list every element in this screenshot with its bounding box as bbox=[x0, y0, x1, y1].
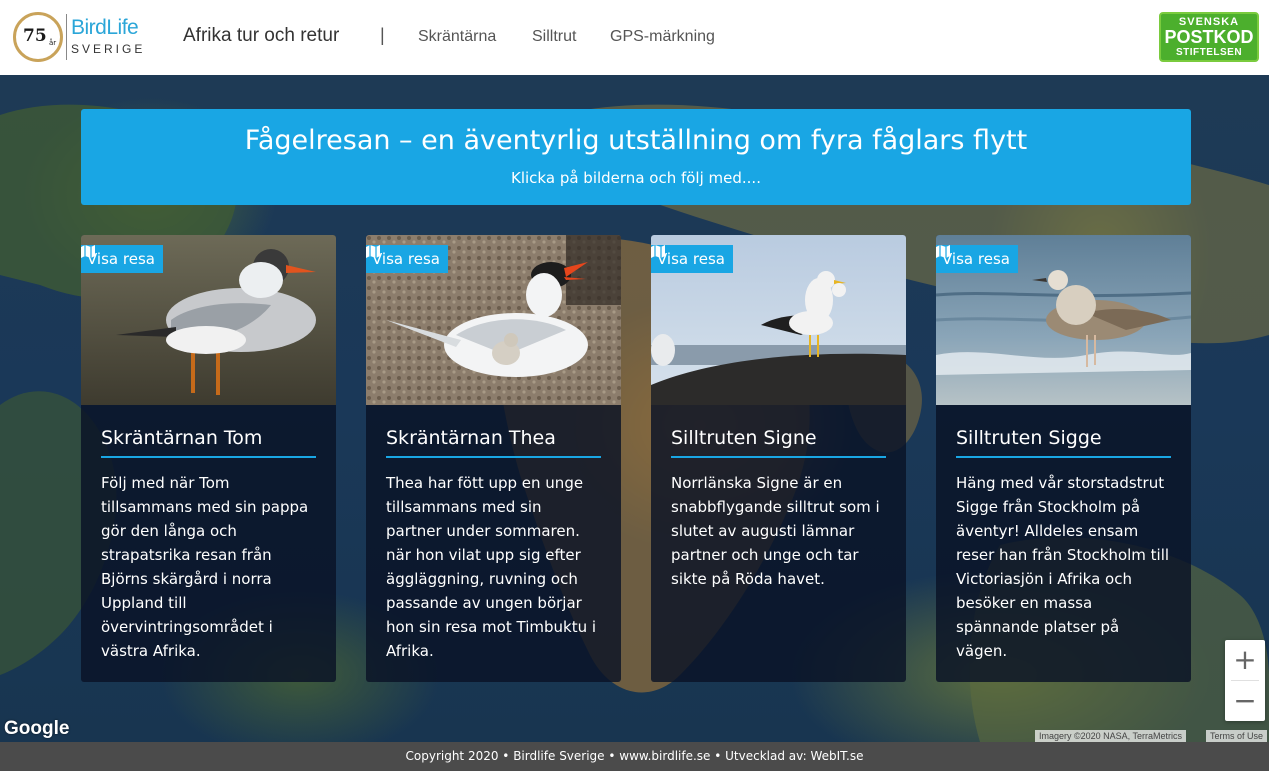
nav-separator: | bbox=[380, 25, 385, 45]
anniversary-badge: 75 år bbox=[13, 12, 63, 62]
card-title: Skräntärnan Tom bbox=[101, 427, 263, 449]
map-icon bbox=[651, 245, 665, 258]
map-terms-link[interactable]: Terms of Use bbox=[1206, 730, 1268, 742]
logo-country: SVERIGE bbox=[71, 42, 146, 56]
minus-icon[interactable]: − bbox=[1225, 681, 1265, 721]
nav-link-silltrut[interactable]: Silltrut bbox=[532, 28, 576, 46]
badge-suffix: år bbox=[49, 39, 57, 47]
nav-link-gps[interactable]: GPS-märkning bbox=[610, 28, 715, 46]
banner-title: Fågelresan – en äventyrlig utställning o… bbox=[244, 125, 1028, 156]
bird-photo-thea[interactable]: Visa resa bbox=[366, 235, 621, 405]
visa-resa-button[interactable]: Visa resa bbox=[936, 245, 1018, 273]
sponsor-mid-text: POSTKOD bbox=[1164, 27, 1254, 47]
map-icon bbox=[81, 245, 95, 258]
card-divider bbox=[956, 456, 1171, 458]
bird-photo-tom[interactable]: Visa resa bbox=[81, 235, 336, 405]
banner-subtitle: Klicka på bilderna och följ med.... bbox=[511, 169, 761, 187]
postkod-sponsor-logo[interactable]: SVENSKA POSTKOD STIFTELSEN bbox=[1159, 12, 1259, 62]
visa-resa-button[interactable]: Visa resa bbox=[366, 245, 448, 273]
bird-card-tom[interactable]: Visa resa Skräntärnan Tom Följ med när T… bbox=[81, 235, 336, 682]
hero-banner: Fågelresan – en äventyrlig utställning o… bbox=[81, 109, 1191, 205]
bird-card-signe[interactable]: Visa resa Silltruten Signe Norrlänska Si… bbox=[651, 235, 906, 682]
logo-name: BirdLife bbox=[71, 16, 139, 39]
visa-resa-label: Visa resa bbox=[657, 250, 725, 268]
footer-copyright: Copyright 2020 • Birdlife Sverige • www.… bbox=[405, 749, 864, 763]
card-divider bbox=[101, 456, 316, 458]
google-logo[interactable]: Google bbox=[4, 718, 69, 740]
visa-resa-button[interactable]: Visa resa bbox=[81, 245, 163, 273]
visa-resa-label: Visa resa bbox=[87, 250, 155, 268]
bird-photo-signe[interactable]: Visa resa bbox=[651, 235, 906, 405]
bird-card-thea[interactable]: Visa resa Skräntärnan Thea Thea har fött… bbox=[366, 235, 621, 682]
map-zoom-control: + − bbox=[1225, 640, 1265, 721]
card-description: Thea har fött upp en unge tillsammans me… bbox=[386, 474, 597, 660]
visa-resa-button[interactable]: Visa resa bbox=[651, 245, 733, 273]
visa-resa-label: Visa resa bbox=[372, 250, 440, 268]
card-description: Häng med vår storstadstrut Sigge från St… bbox=[956, 474, 1170, 660]
logo-divider bbox=[66, 14, 67, 60]
bird-photo-sigge[interactable]: Visa resa bbox=[936, 235, 1191, 405]
sponsor-bottom-text: STIFTELSEN bbox=[1175, 47, 1243, 58]
map-icon bbox=[936, 245, 950, 258]
visa-resa-label: Visa resa bbox=[942, 250, 1010, 268]
card-divider bbox=[386, 456, 601, 458]
map-icon bbox=[366, 245, 380, 258]
card-description: Följ med när Tom tillsammans med sin pap… bbox=[101, 474, 309, 660]
card-divider bbox=[671, 456, 886, 458]
site-footer: Copyright 2020 • Birdlife Sverige • www.… bbox=[0, 742, 1269, 771]
card-title: Skräntärnan Thea bbox=[386, 427, 556, 449]
card-title: Silltruten Sigge bbox=[956, 427, 1102, 449]
nav-home-link[interactable]: Afrika tur och retur bbox=[183, 25, 339, 47]
site-header: 75 år BirdLife SVERIGE Afrika tur och re… bbox=[0, 0, 1269, 75]
card-title: Silltruten Signe bbox=[671, 427, 817, 449]
world-map[interactable]: Fågelresan – en äventyrlig utställning o… bbox=[0, 75, 1269, 742]
badge-number: 75 bbox=[23, 26, 47, 46]
bird-card-sigge[interactable]: Visa resa Silltruten Sigge Häng med vår … bbox=[936, 235, 1191, 682]
birdlife-logo[interactable]: 75 år BirdLife SVERIGE bbox=[13, 12, 153, 64]
nav-link-skrantarna[interactable]: Skräntärna bbox=[418, 28, 496, 46]
card-description: Norrlänska Signe är en snabbflygande sil… bbox=[671, 474, 880, 588]
plus-icon[interactable]: + bbox=[1225, 640, 1265, 680]
map-attribution: Imagery ©2020 NASA, TerraMetrics bbox=[1035, 730, 1187, 742]
